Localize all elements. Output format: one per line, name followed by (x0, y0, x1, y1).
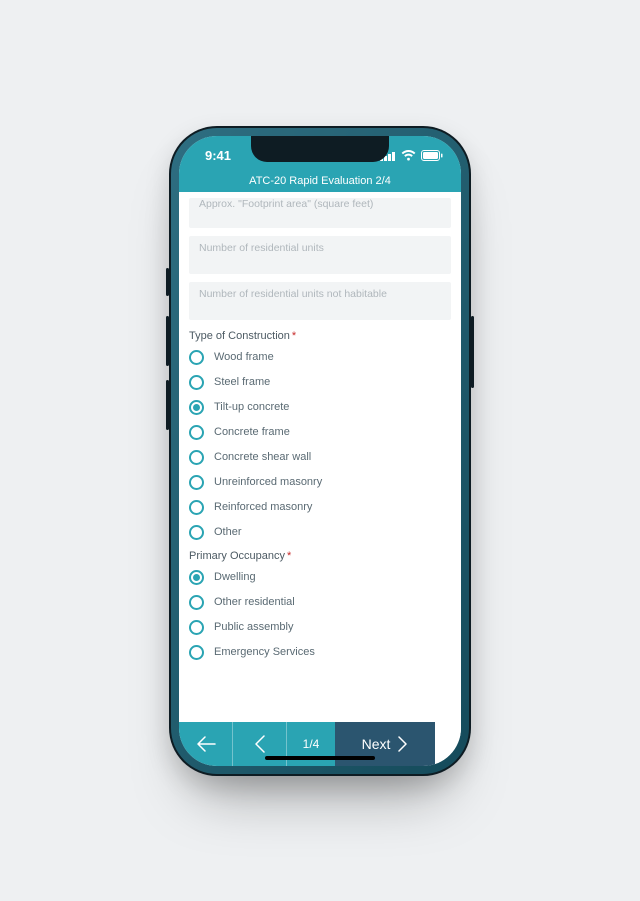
occupancy-option-public-assembly[interactable]: Public assembly (189, 620, 451, 635)
page-indicator-text: 1/4 (303, 737, 320, 751)
occupancy-option-emergency-services[interactable]: Emergency Services (189, 645, 451, 660)
chevron-left-icon (254, 735, 266, 753)
form-area[interactable]: Approx. "Footprint area" (square feet) N… (179, 192, 461, 722)
uninhabitable-placeholder: Number of residential units not habitabl… (199, 288, 387, 300)
status-time: 9:41 (205, 148, 231, 163)
wifi-icon (401, 150, 416, 161)
construction-label-text: Type of Construction (189, 330, 290, 342)
radio-icon (189, 620, 204, 635)
occupancy-option-dwelling[interactable]: Dwelling (189, 570, 451, 585)
home-indicator[interactable] (265, 756, 375, 760)
radio-icon (189, 400, 204, 415)
required-icon: * (287, 550, 291, 562)
chevron-right-icon (398, 736, 408, 752)
radio-icon (189, 425, 204, 440)
nav-spacer (435, 722, 461, 766)
radio-icon (189, 645, 204, 660)
radio-icon (189, 475, 204, 490)
construction-option-concrete-frame[interactable]: Concrete frame (189, 425, 451, 440)
notch (251, 136, 389, 162)
radio-icon (189, 450, 204, 465)
option-label: Wood frame (214, 351, 274, 363)
battery-icon (421, 150, 443, 161)
option-label: Dwelling (214, 571, 256, 583)
construction-option-steel-frame[interactable]: Steel frame (189, 375, 451, 390)
option-label: Other residential (214, 596, 295, 608)
uninhabitable-field[interactable]: Number of residential units not habitabl… (189, 282, 451, 320)
side-button-power (471, 316, 474, 388)
next-button-label: Next (362, 736, 391, 752)
radio-icon (189, 375, 204, 390)
required-icon: * (292, 330, 296, 342)
app-header: ATC-20 Rapid Evaluation 2/4 (179, 170, 461, 192)
construction-option-concrete-shear-wall[interactable]: Concrete shear wall (189, 450, 451, 465)
footprint-field[interactable]: Approx. "Footprint area" (square feet) (189, 198, 451, 228)
page-title: ATC-20 Rapid Evaluation 2/4 (249, 175, 391, 187)
phone-frame: 9:41 ATC-20 Rapid Evaluation 2/4 Approx.… (169, 126, 471, 776)
option-label: Public assembly (214, 621, 293, 633)
arrow-left-icon (196, 736, 216, 752)
radio-icon (189, 595, 204, 610)
option-label: Concrete frame (214, 426, 290, 438)
option-label: Steel frame (214, 376, 270, 388)
side-button-voldown (166, 380, 169, 430)
construction-option-wood-frame[interactable]: Wood frame (189, 350, 451, 365)
radio-icon (189, 570, 204, 585)
option-label: Unreinforced masonry (214, 476, 322, 488)
radio-icon (189, 525, 204, 540)
units-placeholder: Number of residential units (199, 242, 324, 254)
side-button-volup (166, 316, 169, 366)
radio-icon (189, 350, 204, 365)
footprint-placeholder: Approx. "Footprint area" (square feet) (199, 198, 373, 210)
option-label: Concrete shear wall (214, 451, 311, 463)
side-button-silent (166, 268, 169, 296)
occupancy-option-other-residential[interactable]: Other residential (189, 595, 451, 610)
screen: 9:41 ATC-20 Rapid Evaluation 2/4 Approx.… (179, 136, 461, 766)
status-icons (380, 150, 443, 161)
back-button[interactable] (179, 722, 233, 766)
option-label: Reinforced masonry (214, 501, 312, 513)
option-label: Tilt-up concrete (214, 401, 289, 413)
construction-option-tilt-up-concrete[interactable]: Tilt-up concrete (189, 400, 451, 415)
occupancy-label-text: Primary Occupancy (189, 550, 285, 562)
construction-option-unreinforced-masonry[interactable]: Unreinforced masonry (189, 475, 451, 490)
construction-label: Type of Construction* (189, 330, 451, 342)
occupancy-label: Primary Occupancy* (189, 550, 451, 562)
option-label: Other (214, 526, 242, 538)
units-field[interactable]: Number of residential units (189, 236, 451, 274)
option-label: Emergency Services (214, 646, 315, 658)
construction-option-other[interactable]: Other (189, 525, 451, 540)
construction-option-reinforced-masonry[interactable]: Reinforced masonry (189, 500, 451, 515)
radio-icon (189, 500, 204, 515)
